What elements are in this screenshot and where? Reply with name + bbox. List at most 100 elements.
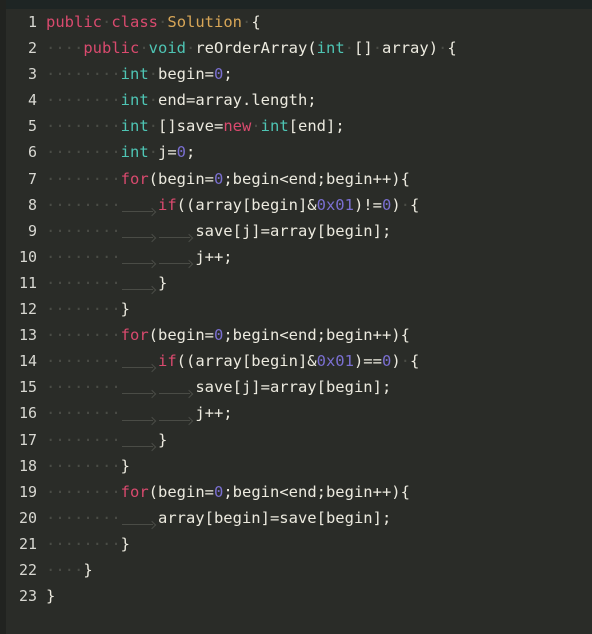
line-content[interactable]: ········ if((array[begin]&0x01)!=0)·{ <box>37 192 592 218</box>
line-content[interactable]: ········} <box>37 531 592 557</box>
line-content[interactable]: ········int·[]save=new·int[end]; <box>37 113 592 139</box>
line-content[interactable]: ········int·begin=0; <box>37 61 592 87</box>
code-line[interactable]: 23} <box>6 583 592 609</box>
code-line[interactable]: 2 ····public·void·reOrderArray(int·[]·arr… <box>6 35 592 61</box>
line-content[interactable]: ········for(begin=0;begin<end;begin++){ <box>37 479 592 505</box>
code-token-plain: ((array[begin]& <box>176 352 317 371</box>
line-content[interactable]: ········for(begin=0;begin<end;begin++){ <box>37 322 592 348</box>
code-line[interactable]: 18 ········} <box>6 453 592 479</box>
code-token-keyword: if <box>157 352 177 371</box>
code-token-plain: array[begin]=save[begin]; <box>157 508 392 527</box>
code-token-plain: [end]; <box>288 117 345 136</box>
line-content[interactable]: ········ } <box>37 270 592 296</box>
line-number: 21 <box>18 534 37 553</box>
line-number: 5 <box>27 117 37 136</box>
whitespace-dot-icon: · <box>438 39 448 58</box>
code-token-plain: ;begin<end;begin++){ <box>223 482 410 501</box>
line-content[interactable]: ····public·void·reOrderArray(int·[]·arra… <box>37 35 592 61</box>
whitespace-dot-icon: ········ <box>46 300 121 319</box>
code-line[interactable]: 10 ········ j++; <box>6 244 592 270</box>
code-line[interactable]: 19 ········for(begin=0;begin<end;begin++)… <box>6 479 592 505</box>
line-content[interactable]: ········ j++; <box>37 244 592 270</box>
line-number: 14 <box>18 352 37 371</box>
code-line[interactable]: 11 ········ } <box>6 270 592 296</box>
line-content[interactable]: ········ j++; <box>37 400 592 426</box>
code-token-type: int <box>120 65 149 84</box>
code-lines-container[interactable]: 1 public·class·Solution·{2 ····public·void… <box>6 9 592 634</box>
line-number: 1 <box>27 13 37 31</box>
code-line[interactable]: 22 ····} <box>6 557 592 583</box>
code-editor[interactable]: 1 public·class·Solution·{2 ····public·void… <box>0 0 592 634</box>
line-number: 3 <box>27 65 37 84</box>
code-token-keyword: for <box>120 169 149 188</box>
line-number: 11 <box>18 273 37 292</box>
code-line[interactable]: 20 ········ array[begin]=save[begin]; <box>6 505 592 531</box>
line-content[interactable]: ········for(begin=0;begin<end;begin++){ <box>37 166 592 192</box>
code-token-number: 0x01 <box>316 352 354 371</box>
code-line[interactable]: 4 ········int·end=array.length; <box>6 87 592 113</box>
tab-arrow-icon <box>121 374 158 400</box>
whitespace-dot-icon: ········ <box>46 247 121 266</box>
line-content[interactable]: ········ if((array[begin]&0x01)==0)·{ <box>37 348 592 374</box>
tab-arrow-icon <box>121 244 158 270</box>
code-line[interactable]: 12 ········} <box>6 296 592 322</box>
code-line[interactable]: 9 ········ save[j]=array[begin]; <box>6 218 592 244</box>
line-content[interactable]: ········ save[j]=array[begin]; <box>37 374 592 400</box>
code-token-plain: (begin= <box>148 326 214 345</box>
code-line[interactable]: 3 ········int·begin=0; <box>6 61 592 87</box>
line-number: 17 <box>18 430 37 449</box>
line-number: 16 <box>18 404 37 423</box>
code-token-plain: } <box>120 300 130 319</box>
code-line[interactable]: 6 ········int·j=0; <box>6 139 592 165</box>
line-content[interactable]: ········ save[j]=array[begin]; <box>37 218 592 244</box>
code-line[interactable]: 17 ········ } <box>6 427 592 453</box>
code-token-plain: reOrderArray( <box>195 39 317 58</box>
whitespace-dot-icon: · <box>148 117 158 136</box>
code-token-plain: } <box>157 430 168 449</box>
code-line[interactable]: 5 ········int·[]save=new·int[end]; <box>6 113 592 139</box>
line-number: 10 <box>18 247 37 266</box>
code-token-number: 0 <box>381 195 392 214</box>
code-token-plain: )== <box>353 352 382 371</box>
code-line[interactable]: 21 ········} <box>6 531 592 557</box>
line-number: 8 <box>27 195 37 214</box>
line-number: 15 <box>18 378 37 397</box>
code-token-plain: [] <box>354 39 373 58</box>
code-token-plain: ; <box>186 143 196 162</box>
whitespace-dot-icon: ········ <box>46 195 121 214</box>
line-content[interactable]: ········} <box>37 296 592 322</box>
whitespace-dot-icon: · <box>148 91 158 110</box>
code-token-keyword: for <box>120 482 149 501</box>
code-line[interactable]: 14 ········ if((array[begin]&0x01)==0)·{ <box>6 348 592 374</box>
line-content[interactable]: public·class·Solution·{ <box>37 9 592 35</box>
code-token-plain: array) <box>382 39 439 58</box>
line-number: 2 <box>27 39 37 58</box>
code-token-plain: } <box>46 587 56 606</box>
line-content[interactable]: ····} <box>37 557 592 583</box>
code-token-plain: ) <box>391 195 401 214</box>
tab-arrow-icon <box>121 218 158 244</box>
code-line[interactable]: 7 ········for(begin=0;begin<end;begin++){ <box>6 166 592 192</box>
whitespace-dot-icon: ········ <box>46 482 121 501</box>
line-content[interactable]: ········int·j=0; <box>37 139 592 165</box>
whitespace-dot-icon: ········ <box>46 378 121 397</box>
code-line[interactable]: 8 ········ if((array[begin]&0x01)!=0)·{ <box>6 192 592 218</box>
whitespace-dot-icon: · <box>251 117 261 136</box>
code-token-plain: j= <box>158 143 177 162</box>
code-token-plain: ; <box>223 65 233 84</box>
tab-arrow-icon <box>121 505 158 531</box>
line-content[interactable]: ········} <box>37 453 592 479</box>
code-line[interactable]: 15 ········ save[j]=array[begin]; <box>6 374 592 400</box>
code-token-type: int <box>316 39 345 58</box>
line-content[interactable]: ········ array[begin]=save[begin]; <box>37 505 592 531</box>
code-token-plain: begin= <box>158 65 214 84</box>
line-content[interactable]: ········int·end=array.length; <box>37 87 592 113</box>
code-line[interactable]: 16 ········ j++; <box>6 400 592 426</box>
line-content[interactable]: ········ } <box>37 427 592 453</box>
line-content[interactable]: } <box>37 583 592 609</box>
code-token-plain: { <box>251 13 261 31</box>
code-line[interactable]: 1 public·class·Solution·{ <box>6 9 592 35</box>
code-line[interactable]: 13 ········for(begin=0;begin<end;begin++)… <box>6 322 592 348</box>
whitespace-dot-icon: ········ <box>46 404 121 423</box>
whitespace-dot-icon: ········ <box>46 534 121 553</box>
